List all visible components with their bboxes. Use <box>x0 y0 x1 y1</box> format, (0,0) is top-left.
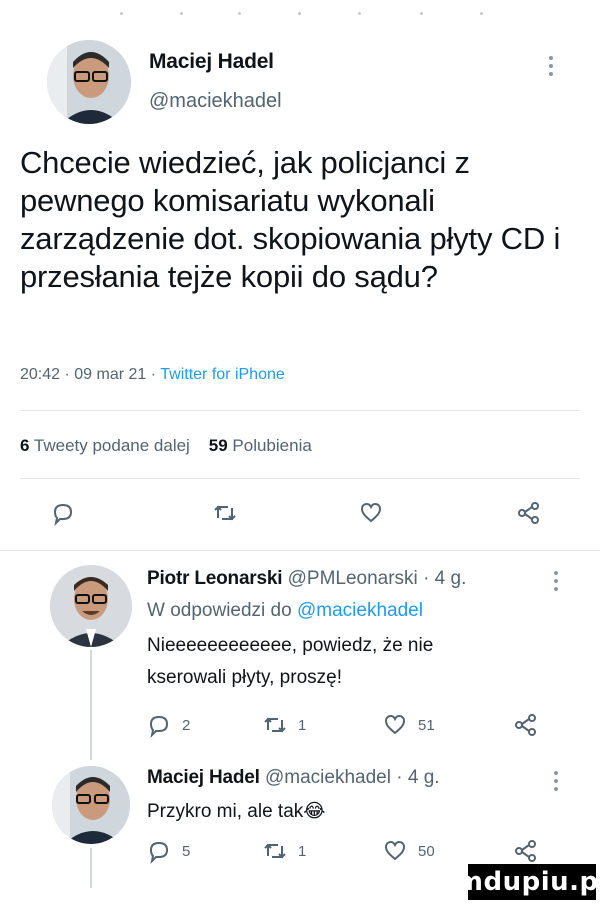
reply-button[interactable]: 5 <box>146 838 190 864</box>
retweets-stat[interactable]: 6 Tweety podane dalej <box>20 436 190 455</box>
watermark: mdupiu.pl <box>456 864 600 900</box>
author-name[interactable]: Maciej Hadel <box>149 50 274 74</box>
share-icon <box>518 502 539 524</box>
like-button[interactable] <box>358 500 384 531</box>
reply-more-icon[interactable] <box>553 570 559 597</box>
tweet-date: 09 mar 21 <box>74 366 147 383</box>
reply-icon <box>53 503 73 527</box>
reply-author-name[interactable]: Maciej Hadel <box>147 767 260 788</box>
share-button[interactable] <box>516 500 542 531</box>
reply-text: Nieeeeeeeeeeee, powiedz, że nie kserowal… <box>147 632 433 692</box>
reply-author-handle[interactable]: @maciekhadel <box>265 767 391 788</box>
retweet-button[interactable] <box>212 500 238 531</box>
retweet-icon <box>264 717 286 733</box>
reply-header: Piotr Leonarski @PMLeonarski · 4 g. <box>147 568 466 590</box>
retweet-count: 1 <box>298 842 307 860</box>
reply-more-icon[interactable] <box>553 770 559 797</box>
replying-to: W odpowiedzi do @maciekhadel <box>147 597 423 625</box>
reply-author-name[interactable]: Piotr Leonarski <box>147 568 283 589</box>
reply-count: 5 <box>182 842 191 860</box>
reply-text-line: Nieeeeeeeeeeee, powiedz, że nie <box>147 635 434 656</box>
top-speckles <box>120 12 500 16</box>
retweet-button[interactable]: 1 <box>262 712 306 738</box>
tweet-time: 20:42 <box>20 366 61 383</box>
retweet-icon <box>264 843 286 859</box>
divider <box>20 410 580 411</box>
share-button[interactable] <box>513 838 539 864</box>
more-options-icon[interactable] <box>548 55 554 77</box>
heart-icon <box>360 502 382 523</box>
reply-author-handle[interactable]: @PMLeonarski <box>288 568 418 589</box>
reply-age: 4 g. <box>434 568 467 589</box>
reply-header: Maciej Hadel @maciekhadel · 4 g. <box>147 767 440 789</box>
like-button[interactable]: 51 <box>382 712 435 738</box>
reply-button[interactable] <box>50 500 76 531</box>
author-avatar[interactable] <box>47 40 131 124</box>
reply-avatar[interactable] <box>50 565 132 647</box>
tweet-meta: 20:42 · 09 mar 21 · Twitter for iPhone <box>20 366 285 384</box>
tweet-text: Chcecie wiedzieć, jak policjanci z pewne… <box>20 145 561 294</box>
reply-text-line: kserowali płyty, proszę! <box>147 667 342 688</box>
replying-to-handle[interactable]: @maciekhadel <box>297 600 423 621</box>
heart-icon <box>384 714 406 735</box>
reply-icon <box>149 841 169 864</box>
tweet-stats: 6 Tweety podane dalej 59 Polubienia <box>20 436 312 456</box>
reply-count: 2 <box>182 716 191 734</box>
share-button[interactable] <box>513 712 539 738</box>
meta-separator: · <box>396 767 403 788</box>
tweet-client[interactable]: Twitter for iPhone <box>160 366 285 383</box>
reply-avatar[interactable] <box>52 766 130 844</box>
meta-separator: · <box>423 568 430 589</box>
like-button[interactable]: 50 <box>382 838 435 864</box>
retweet-count: 1 <box>298 716 307 734</box>
like-count: 51 <box>418 716 435 734</box>
like-count: 50 <box>418 842 435 860</box>
heart-icon <box>384 840 406 861</box>
retweet-icon <box>214 505 236 521</box>
divider <box>20 478 580 479</box>
thread-line <box>90 848 92 888</box>
author-handle[interactable]: @maciekhadel <box>149 90 282 113</box>
meta-separator: · <box>64 366 70 383</box>
share-icon <box>515 714 536 736</box>
reply-age: 4 g. <box>407 767 440 788</box>
replying-to-label: W odpowiedzi do <box>147 600 292 621</box>
meta-separator: · <box>150 366 157 383</box>
retweet-button[interactable]: 1 <box>262 838 306 864</box>
reply-text: Przykro mi, ale tak😂 <box>147 801 326 822</box>
reply-button[interactable]: 2 <box>146 712 190 738</box>
likes-stat[interactable]: 59 Polubienia <box>209 436 312 455</box>
reply-icon <box>149 715 169 738</box>
share-icon <box>515 840 536 862</box>
thread-line <box>90 650 92 760</box>
divider <box>0 550 600 551</box>
